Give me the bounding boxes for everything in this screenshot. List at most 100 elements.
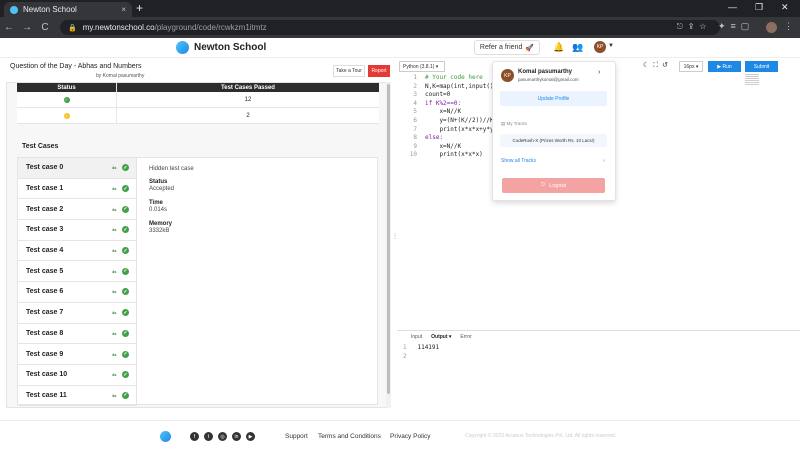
test-case-time: 4s: [112, 227, 117, 233]
test-case-time: 4s: [112, 310, 117, 316]
tab-close-icon[interactable]: ×: [121, 5, 126, 14]
warning-count: 2: [246, 112, 250, 119]
track-item[interactable]: CodeRush-X (Prizes Worth Rs. 10 Lacs!): [500, 134, 607, 147]
window-close-icon[interactable]: ✕: [781, 2, 789, 13]
submit-button[interactable]: Submit: [745, 61, 778, 72]
test-case-item[interactable]: Test case 2 4s ✓: [18, 199, 136, 221]
summary-header-row: Status Test Cases Passed: [17, 83, 379, 92]
check-circle-icon: ✓: [122, 267, 129, 275]
language-select[interactable]: Python (3.8.1) ▾: [399, 61, 445, 72]
copyright-text: Copyright © 2023 Arcanus Technologies Pv…: [465, 433, 617, 439]
io-tabs: Input Output ▾ Error: [411, 334, 472, 340]
test-case-item[interactable]: Test case 11 4s ✓: [18, 386, 136, 407]
warning-circle-icon: !: [63, 112, 70, 119]
tab-output[interactable]: Output ▾: [431, 334, 451, 340]
lock-icon[interactable]: 🔒: [68, 24, 77, 32]
summary-header-status: Status: [17, 83, 117, 92]
check-circle-icon: ✓: [122, 350, 129, 358]
results-scrollbar-thumb[interactable]: [387, 84, 390, 394]
instagram-icon[interactable]: ◎: [218, 432, 227, 441]
refer-a-friend-button[interactable]: Refer a friend 🚀: [474, 40, 540, 55]
brand-name[interactable]: Newton School: [194, 42, 266, 53]
test-case-item[interactable]: Test case 3 4s ✓: [18, 220, 136, 241]
code-minimap[interactable]: [745, 74, 759, 86]
test-case-item[interactable]: Test case 4 4s ✓: [18, 241, 136, 262]
avatar[interactable]: KP: [594, 41, 606, 53]
time-value: 0.014s: [149, 207, 168, 213]
forward-icon[interactable]: →: [18, 22, 36, 33]
code-line: 6 y=(N+(K//2))//K: [413, 117, 494, 124]
memory-label: Memory: [149, 221, 173, 227]
editor-toolbar-icons[interactable]: ☾⛶↺: [643, 61, 672, 70]
url-bar[interactable]: 🔒 my.newtonschool.co /playground/code/rc…: [60, 20, 720, 35]
tab-input[interactable]: Input: [411, 334, 422, 340]
support-link[interactable]: Support: [285, 433, 308, 440]
test-case-time: 4s: [112, 289, 117, 295]
facebook-icon[interactable]: f: [190, 432, 199, 441]
test-case-item[interactable]: Test case 9 4s ✓: [18, 344, 136, 365]
test-case-time: 4s: [112, 392, 117, 398]
font-size-select[interactable]: 16px ▾: [679, 61, 703, 72]
extension-icons[interactable]: ✦≡▢: [718, 21, 754, 32]
logout-label: Logout: [549, 182, 567, 189]
test-cases-box: Test case 0 4s ✓ Test case 1 4s ✓ Test case …: [17, 157, 378, 407]
memory-value: 3332kB: [149, 228, 170, 234]
test-case-item[interactable]: Test case 7 4s ✓: [18, 303, 136, 324]
code-line: 5 x=N//K: [413, 108, 462, 116]
test-case-item[interactable]: Test case 10 4s ✓: [18, 365, 136, 386]
minimize-icon[interactable]: —: [728, 2, 737, 12]
newton-school-logo-icon[interactable]: [176, 41, 189, 54]
avatar: KP: [501, 69, 514, 82]
logout-icon: ⎋: [540, 182, 546, 188]
test-case-item[interactable]: Test case 5 4s ✓: [18, 261, 136, 283]
browser-tab[interactable]: Newton School ×: [4, 2, 132, 17]
test-case-item[interactable]: Test case 0 4s ✓: [18, 158, 136, 179]
run-button[interactable]: ▶ Run: [708, 61, 741, 72]
browser-profile-avatar[interactable]: [766, 22, 777, 33]
test-case-label: Test case 8: [26, 329, 64, 337]
code-line: 1 # Your code here: [413, 74, 483, 81]
report-button[interactable]: Report: [368, 65, 390, 77]
panel-resize-handle[interactable]: ⋮: [392, 233, 398, 240]
logout-button[interactable]: ⎋ Logout: [502, 178, 605, 193]
terms-link[interactable]: Terms and Conditions: [318, 433, 381, 440]
test-case-label: Test case 10: [26, 371, 68, 379]
community-icon[interactable]: 👥: [572, 42, 583, 53]
rocket-icon: 🚀: [525, 44, 535, 52]
code-line: 4 if K%2==0:: [413, 99, 462, 107]
linkedin-icon[interactable]: in: [232, 432, 241, 441]
browser-menu-icon[interactable]: ⋮: [784, 21, 793, 32]
newton-school-favicon-icon: [10, 5, 18, 14]
io-panel: Input Output ▾ Error 1 114191 2: [397, 330, 800, 407]
new-tab-button[interactable]: +: [136, 1, 143, 15]
take-a-tour-button[interactable]: Take a Tour: [333, 65, 365, 77]
test-case-label: Test case 3: [26, 226, 64, 234]
update-profile-button[interactable]: Update Profile: [500, 91, 607, 106]
youtube-icon[interactable]: ▶: [246, 432, 255, 441]
code-line: 9 x=N//K: [413, 142, 462, 150]
test-case-item[interactable]: Test case 6 4s ✓: [18, 282, 136, 303]
twitter-icon[interactable]: t: [204, 432, 213, 441]
notification-bell-icon[interactable]: 🔔: [553, 42, 564, 53]
test-case-item[interactable]: Test case 1 4s ✓: [18, 179, 136, 200]
test-case-label: Test case 4: [26, 247, 64, 255]
chevron-down-icon[interactable]: ▼: [608, 43, 614, 49]
test-case-item[interactable]: Test case 8 4s ✓: [18, 324, 136, 345]
maximize-icon[interactable]: ❐: [755, 2, 763, 13]
privacy-link[interactable]: Privacy Policy: [390, 433, 430, 440]
chevron-right-icon[interactable]: ›: [603, 158, 605, 164]
back-icon[interactable]: ←: [0, 22, 18, 33]
omnibox-action-icons[interactable]: ⎋⇪☆: [677, 22, 712, 32]
test-case-time: 4s: [112, 268, 117, 274]
check-circle-icon: ✓: [122, 205, 129, 213]
profile-name[interactable]: Komal pasumarthy: [518, 69, 572, 75]
output-line: 1 114191: [403, 344, 440, 351]
check-circle-icon: ✓: [122, 371, 129, 379]
newton-school-logo-icon[interactable]: [160, 431, 171, 442]
chevron-right-icon[interactable]: ›: [598, 69, 600, 76]
test-case-time: 4s: [112, 351, 117, 357]
show-all-tracks-link[interactable]: Show all Tracks: [501, 158, 536, 164]
reload-icon[interactable]: C: [36, 22, 54, 33]
tab-error[interactable]: Error: [460, 334, 471, 340]
test-case-label: Test case 2: [26, 205, 64, 213]
